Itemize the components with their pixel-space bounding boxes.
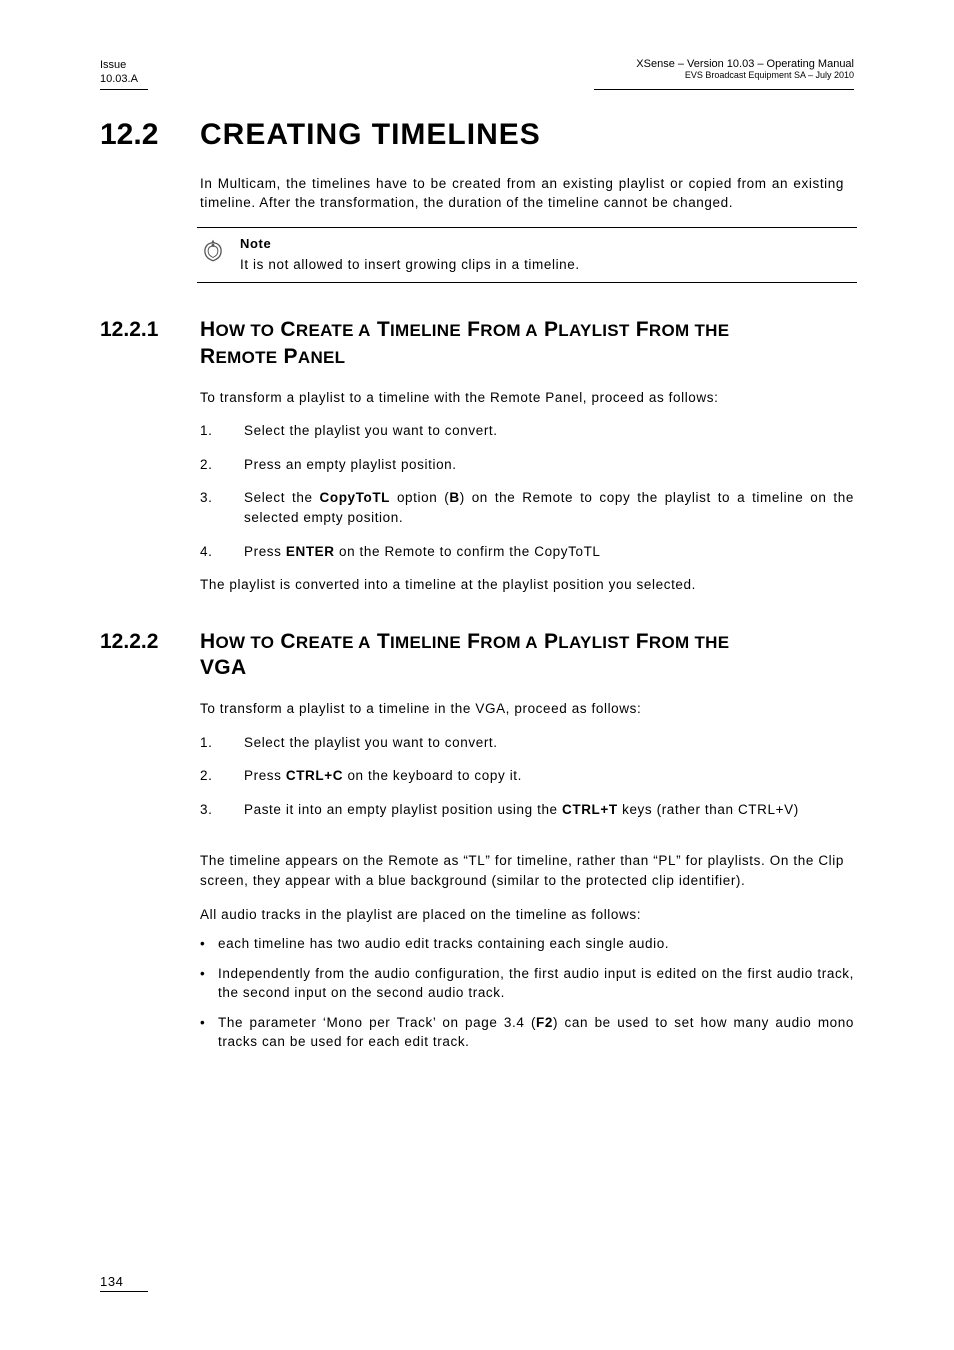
step-text: Select the playlist you want to convert. — [244, 421, 854, 441]
sub2-para1: The timeline appears on the Remote as “T… — [200, 851, 844, 890]
step-marker: 2. — [200, 766, 244, 786]
header-issue: Issue — [100, 58, 138, 72]
sub2-intro: To transform a playlist to a timeline in… — [200, 699, 844, 719]
subsection-2-heading: 12.2.2 HOW TO CREATE A TIMELINE FROM A P… — [100, 629, 854, 682]
bullet-text: each timeline has two audio edit tracks … — [218, 934, 854, 954]
step-text: Select the playlist you want to convert. — [244, 733, 854, 753]
list-item: • each timeline has two audio edit track… — [200, 934, 854, 954]
bullet-dot: • — [200, 1013, 218, 1052]
note-icon — [200, 236, 240, 269]
list-item: 1. Select the playlist you want to conve… — [200, 421, 854, 441]
page-number: 134 — [100, 1274, 148, 1289]
step-text: Select the CopyToTL option (B) on the Re… — [244, 488, 854, 527]
note-label: Note — [240, 236, 854, 251]
page-footer: 134 — [100, 1274, 148, 1292]
sub1-outro: The playlist is converted into a timelin… — [200, 575, 844, 595]
list-item: 2. Press CTRL+C on the keyboard to copy … — [200, 766, 854, 786]
step-marker: 2. — [200, 455, 244, 475]
step-marker: 4. — [200, 542, 244, 562]
step-text: Press ENTER on the Remote to confirm the… — [244, 542, 854, 562]
page-header: Issue 10.03.A XSense – Version 10.03 – O… — [100, 58, 854, 87]
bullet-text: The parameter ‘Mono per Track’ on page 3… — [218, 1013, 854, 1052]
page: Issue 10.03.A XSense – Version 10.03 – O… — [0, 0, 954, 1350]
list-item: • Independently from the audio configura… — [200, 964, 854, 1003]
list-item: 3. Paste it into an empty playlist posit… — [200, 800, 854, 820]
step-text: Paste it into an empty playlist position… — [244, 800, 854, 820]
section-number: 12.2 — [100, 118, 200, 152]
step-marker: 3. — [200, 488, 244, 527]
header-right: XSense – Version 10.03 – Operating Manua… — [636, 58, 854, 80]
bullet-text: Independently from the audio configurati… — [218, 964, 854, 1003]
list-item: 4. Press ENTER on the Remote to confirm … — [200, 542, 854, 562]
note-block: Note It is not allowed to insert growing… — [200, 227, 854, 284]
step-marker: 1. — [200, 733, 244, 753]
sub2-bullets: • each timeline has two audio edit track… — [200, 934, 854, 1052]
bullet-dot: • — [200, 964, 218, 1003]
note-text: It is not allowed to insert growing clip… — [240, 255, 854, 275]
header-doc-sub: EVS Broadcast Equipment SA – July 2010 — [636, 70, 854, 80]
list-item: 3. Select the CopyToTL option (B) on the… — [200, 488, 854, 527]
sub1-steps: 1. Select the playlist you want to conve… — [200, 421, 854, 561]
header-underline — [100, 89, 854, 90]
header-left: Issue 10.03.A — [100, 58, 138, 87]
step-text: Press an empty playlist position. — [244, 455, 854, 475]
subsection-2-title: HOW TO CREATE A TIMELINE FROM A PLAYLIST… — [200, 629, 729, 682]
header-doc-title: XSense – Version 10.03 – Operating Manua… — [636, 58, 854, 70]
subsection-1-title: HOW TO CREATE A TIMELINE FROM A PLAYLIST… — [200, 317, 729, 370]
sub1-intro: To transform a playlist to a timeline wi… — [200, 388, 844, 408]
bullet-dot: • — [200, 934, 218, 954]
step-text: Press CTRL+C on the keyboard to copy it. — [244, 766, 854, 786]
header-version: 10.03.A — [100, 72, 138, 86]
section-intro: In Multicam, the timelines have to be cr… — [200, 174, 844, 213]
sub2-steps: 1. Select the playlist you want to conve… — [200, 733, 854, 820]
section-heading: 12.2 CREATING TIMELINES — [100, 118, 854, 152]
section-title: CREATING TIMELINES — [200, 118, 541, 152]
step-marker: 3. — [200, 800, 244, 820]
subsection-2-number: 12.2.2 — [100, 630, 200, 654]
subsection-1-heading: 12.2.1 HOW TO CREATE A TIMELINE FROM A P… — [100, 317, 854, 370]
sub2-para2: All audio tracks in the playlist are pla… — [200, 905, 844, 925]
list-item: • The parameter ‘Mono per Track’ on page… — [200, 1013, 854, 1052]
list-item: 2. Press an empty playlist position. — [200, 455, 854, 475]
list-item: 1. Select the playlist you want to conve… — [200, 733, 854, 753]
subsection-1-number: 12.2.1 — [100, 318, 200, 342]
step-marker: 1. — [200, 421, 244, 441]
